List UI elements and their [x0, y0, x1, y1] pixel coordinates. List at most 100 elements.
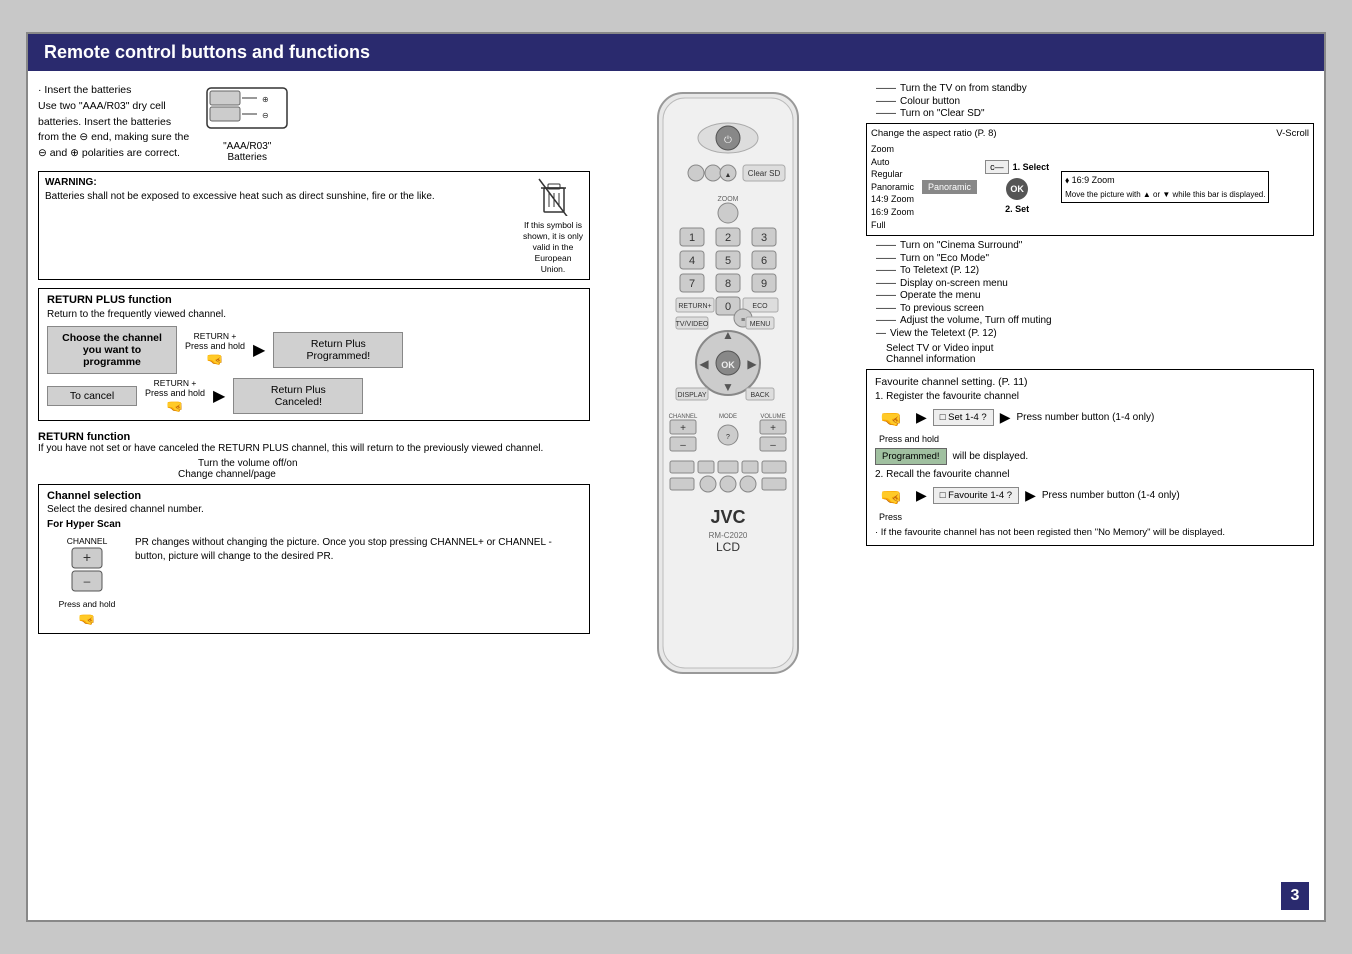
- vscroll-label: V-Scroll: [1276, 128, 1309, 139]
- svg-text:?: ?: [726, 434, 730, 441]
- svg-text:◀: ◀: [699, 357, 709, 371]
- right-column: —— Turn the TV on from standby —— Colour…: [858, 83, 1314, 911]
- return-plus-section: RETURN PLUS function Return to the frequ…: [38, 288, 590, 421]
- warning-box: WARNING: Batteries shall not be exposed …: [38, 171, 590, 280]
- svg-text:▲: ▲: [722, 328, 734, 342]
- teletext2-text: View the Teletext (P. 12): [890, 328, 997, 339]
- hyper-scan-title: For Hyper Scan: [47, 519, 121, 530]
- annotation-colour: —— Colour button: [876, 96, 1314, 107]
- annotation-prev-screen: —— To previous screen: [876, 303, 1314, 314]
- arrow-fav1b: ▶: [1000, 409, 1011, 426]
- svg-text:≡: ≡: [741, 317, 745, 324]
- remote-svg: ⏻ ▲ Clear SD ZOOM 1: [628, 83, 828, 703]
- svg-text:⊖: ⊖: [262, 111, 269, 120]
- move-text: Move the picture with ▲ or ▼ while this …: [1065, 190, 1265, 199]
- p169-item: 16:9 Zoom: [871, 206, 914, 219]
- menu-text: Display on-screen menu: [900, 278, 1008, 289]
- ok-diagram: OK: [1006, 178, 1028, 200]
- return-plus-label: RETURN +: [194, 331, 237, 341]
- hand-fav1: 🤜: [875, 405, 910, 430]
- standby-text: Turn the TV on from standby: [900, 83, 1027, 94]
- bottom-annotations: Select TV or Video input Channel informa…: [866, 343, 1314, 365]
- hyper-desc: PR changes without changing the picture.…: [135, 537, 552, 562]
- volume-annot-text: Adjust the volume, Turn off muting: [900, 315, 1052, 326]
- press-number-text: Press number button (1-4 only): [1017, 412, 1155, 423]
- fav-register-title: 1. Register the favourite channel: [875, 391, 1305, 402]
- fav-register-row: 🤜 ▶ □ Set 1-4 ? ▶ Press number button (1…: [875, 405, 1305, 430]
- annotation-standby: —— Turn the TV on from standby: [876, 83, 1314, 94]
- zoom-list: Zoom Auto Regular Panoramic 14:9 Zoom 16…: [871, 143, 914, 231]
- result-box-1: Return Plus Programmed!: [273, 332, 403, 368]
- press-fav: Press: [879, 512, 1305, 522]
- p149-item: 14:9 Zoom: [871, 193, 914, 206]
- programmed-row: Programmed! will be displayed.: [875, 448, 1305, 465]
- channel-label: Change channel/page: [38, 469, 590, 480]
- svg-text:9: 9: [761, 278, 767, 290]
- page-number: 3: [1281, 882, 1309, 910]
- return-plus-title: RETURN PLUS function: [47, 294, 581, 306]
- right-annotations-top: —— Turn the TV on from standby —— Colour…: [866, 83, 1314, 119]
- svg-text:⏻: ⏻: [724, 135, 732, 146]
- select-set-area: c— 1. Select OK 2. Set: [985, 160, 1049, 214]
- arrow-1: ▶: [253, 340, 265, 360]
- svg-text:0: 0: [725, 301, 731, 313]
- annotation-eco: —— Turn on "Eco Mode": [876, 253, 1314, 264]
- zoom-display: ⬧ 16:9 Zoom: [1065, 175, 1265, 186]
- right-annotations-mid: —— Turn on "Cinema Surround" —— Turn on …: [866, 240, 1314, 339]
- svg-text:VOLUME: VOLUME: [760, 414, 785, 420]
- teletext-text: To Teletext (P. 12): [900, 265, 979, 276]
- svg-text:▲: ▲: [725, 172, 732, 179]
- battery-line2: Use two "AAA/R03" dry cell: [38, 100, 166, 112]
- channel-label-top: CHANNEL: [47, 536, 127, 546]
- cinema-text: Turn on "Cinema Surround": [900, 240, 1022, 251]
- press-hold-fav: Press and hold: [879, 434, 1305, 444]
- set-label: 2. Set: [1005, 204, 1029, 214]
- fav-recall-row: 🤜 ▶ □ Favourite 1-4 ? ▶ Press number but…: [875, 483, 1305, 508]
- aspect-ratio-inner: Zoom Auto Regular Panoramic 14:9 Zoom 16…: [871, 143, 1309, 231]
- svg-text:Clear SD: Clear SD: [748, 169, 781, 178]
- press-hold-label1: Press and hold: [185, 341, 245, 351]
- svg-text:RETURN+: RETURN+: [678, 303, 711, 310]
- svg-text:RM-C2020: RM-C2020: [709, 531, 748, 540]
- eco-text: Turn on "Eco Mode": [900, 253, 989, 264]
- svg-text:4: 4: [689, 255, 695, 267]
- auto-item: Auto: [871, 156, 914, 169]
- set-label-box: □ Set 1-4 ?: [933, 409, 994, 426]
- press-hold-channel: Press and hold: [47, 599, 127, 609]
- programmed-box: Programmed!: [875, 448, 947, 465]
- eu-icon: [536, 176, 571, 216]
- battery-text: · Insert the batteries Use two "AAA/R03"…: [38, 83, 189, 163]
- channel-title: Channel selection: [47, 490, 581, 502]
- volume-channel-labels: Turn the volume off/on Change channel/pa…: [38, 458, 590, 480]
- svg-text:8: 8: [725, 278, 731, 290]
- hyper-row: CHANNEL + – Press and hold 🤜 PR changes …: [47, 536, 581, 628]
- remote-wrapper: ⏻ ▲ Clear SD ZOOM 1: [628, 83, 828, 703]
- annotation-cinema: —— Turn on "Cinema Surround": [876, 240, 1314, 251]
- select-label: 1. Select: [1013, 162, 1050, 172]
- battery-diagram: ⊕ ⊖ "AAA/R03" Batteries: [197, 83, 297, 163]
- choose-channel-text: Choose the channel you want to programme: [47, 326, 177, 374]
- operate-text: Operate the menu: [900, 290, 981, 301]
- press-hold-label2: Press and hold: [145, 388, 205, 398]
- battery-section: · Insert the batteries Use two "AAA/R03"…: [38, 83, 590, 163]
- return-function-section: RETURN function If you have not set or h…: [38, 427, 590, 458]
- battery-line1: Insert the batteries: [44, 84, 131, 96]
- favourite-box: Favourite channel setting. (P. 11) 1. Re…: [866, 369, 1314, 546]
- svg-text:1: 1: [689, 232, 695, 244]
- left-column: · Insert the batteries Use two "AAA/R03"…: [38, 83, 598, 911]
- full-item: Full: [871, 219, 914, 232]
- svg-text:DISPLAY: DISPLAY: [677, 392, 706, 399]
- cancel-press-area: RETURN + Press and hold 🤜: [145, 378, 205, 415]
- hand-icon-1: 🤜: [206, 351, 223, 368]
- channel-section: Channel selection Select the desired cha…: [38, 484, 590, 634]
- aspect-ratio-title: Change the aspect ratio (P. 8): [871, 128, 997, 139]
- page-title: Remote control buttons and functions: [44, 42, 370, 62]
- channel-desc: Select the desired channel number.: [47, 504, 204, 515]
- return-plus-press-area: RETURN + Press and hold 🤜: [185, 331, 245, 368]
- annotation-menu: —— Display on-screen menu: [876, 278, 1314, 289]
- arrow-fav2b: ▶: [1025, 487, 1036, 504]
- memory-note: · If the favourite channel has not been …: [875, 526, 1305, 539]
- hand-fav2: 🤜: [875, 483, 910, 508]
- svg-text:–: –: [770, 440, 776, 451]
- page: Remote control buttons and functions · I…: [26, 32, 1326, 922]
